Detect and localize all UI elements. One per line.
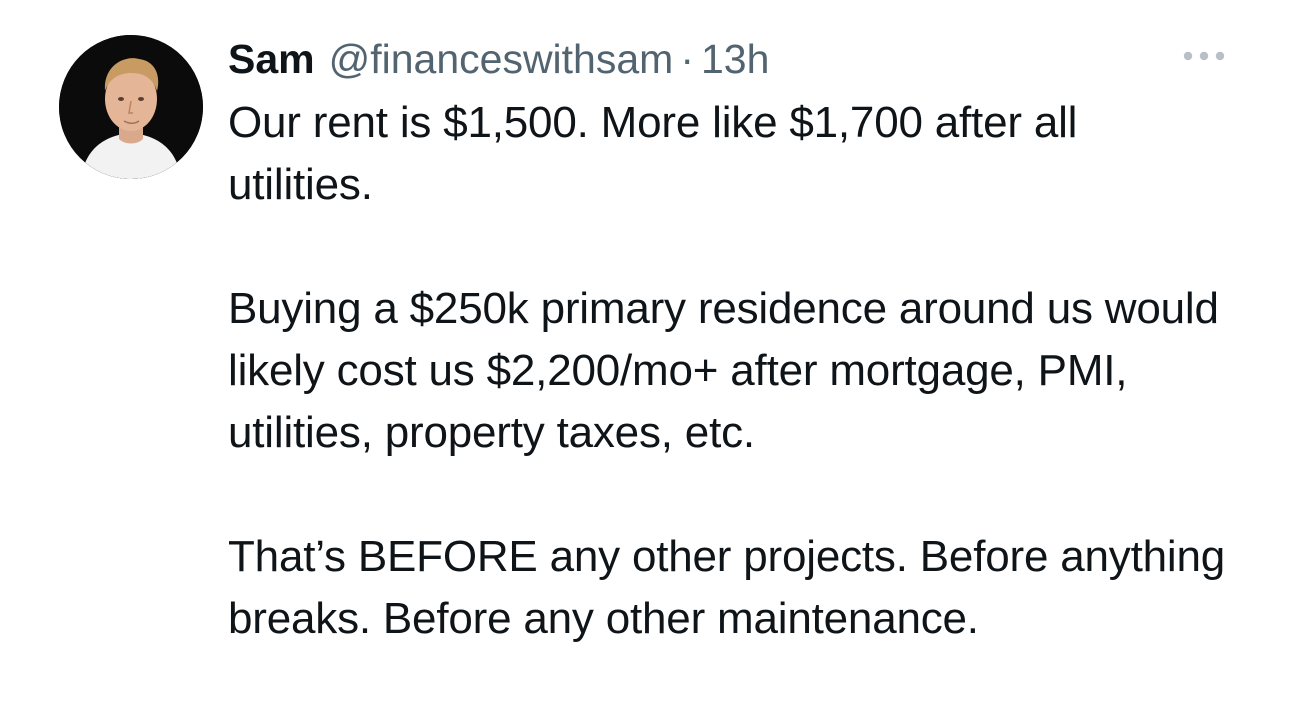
more-options-button[interactable]: [1180, 42, 1228, 70]
tweet-paragraph: Our rent is $1,500. More like $1,700 aft…: [228, 98, 1078, 209]
author-handle[interactable]: @financeswithsam: [329, 33, 674, 85]
more-options-icon: [1183, 51, 1225, 61]
tweet-timestamp[interactable]: 13h: [701, 33, 769, 85]
tweet-paragraph: Buying a $250k primary residence around …: [228, 284, 1219, 457]
profile-photo-icon: [59, 35, 203, 179]
tweet-card: Sam @financeswithsam · 13h Our rent is $…: [0, 0, 1290, 725]
tweet-header: Sam @financeswithsam · 13h: [228, 33, 769, 85]
tweet-paragraph: That’s BEFORE any other projects. Before…: [228, 532, 1226, 643]
author-display-name[interactable]: Sam: [228, 33, 315, 85]
header-separator: ·: [680, 36, 694, 82]
avatar[interactable]: [59, 35, 203, 179]
tweet-body: Our rent is $1,500. More like $1,700 aft…: [228, 92, 1228, 650]
